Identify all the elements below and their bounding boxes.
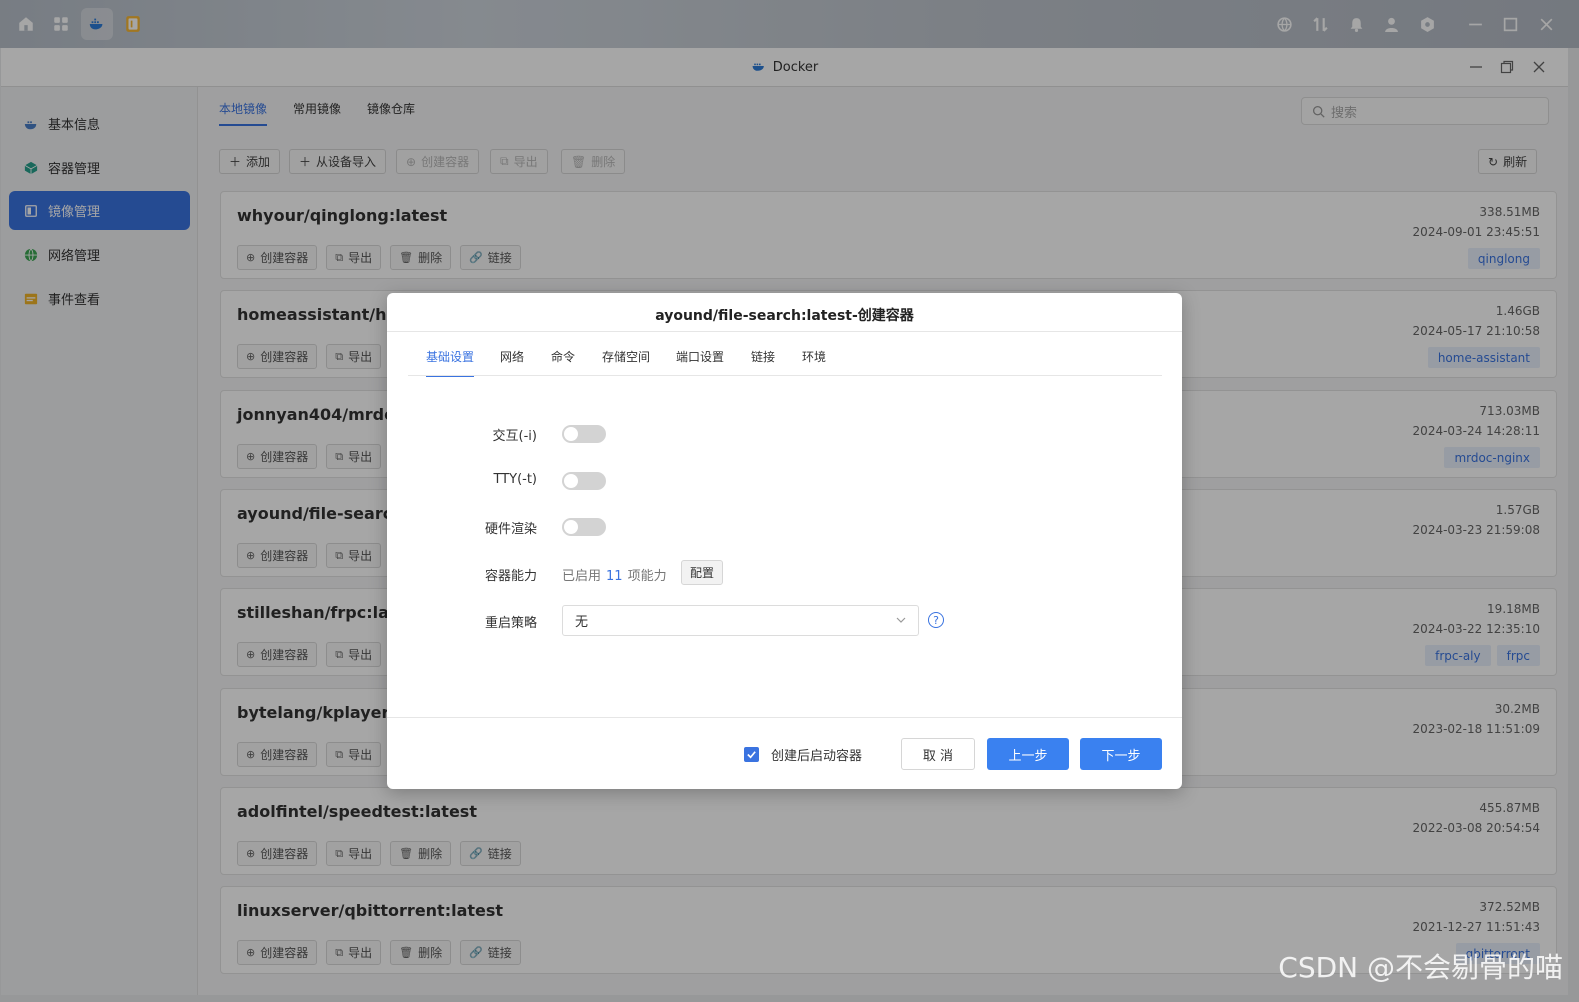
restart-policy-select[interactable]: 无 — [562, 605, 919, 636]
interactive-label: 交互(-i) — [492, 429, 537, 444]
chevron-down-icon — [896, 617, 906, 623]
dialog-tab-ports[interactable]: 端口设置 — [676, 348, 724, 375]
dialog-tab-command[interactable]: 命令 — [551, 348, 575, 375]
toggle-knob — [564, 474, 578, 488]
dialog-tab-basic[interactable]: 基础设置 — [426, 348, 475, 377]
dialog-title: ayound/file-search:latest-创建容器 — [655, 308, 914, 324]
dialog-tab-network[interactable]: 网络 — [500, 348, 524, 375]
hardware-render-label: 硬件渲染 — [484, 522, 537, 537]
checkbox-checked-icon — [744, 747, 759, 762]
cap-count: 11 — [606, 569, 623, 584]
restart-policy-label: 重启策略 — [484, 616, 537, 631]
dialog-footer-divider — [387, 717, 1182, 718]
capabilities-summary: 已启用 11 项能力 — [562, 565, 667, 584]
cap-prefix: 已启用 — [562, 569, 602, 584]
toggle-knob — [564, 427, 578, 441]
help-icon[interactable]: ? — [928, 612, 944, 628]
hardware-render-toggle[interactable] — [562, 518, 606, 536]
next-step-button[interactable]: 下一步 — [1080, 738, 1162, 770]
dialog-divider — [387, 331, 1182, 332]
dialog-tabs-divider — [408, 375, 1162, 376]
capabilities-label: 容器能力 — [484, 569, 537, 584]
restart-policy-value: 无 — [575, 615, 589, 630]
cancel-button[interactable]: 取 消 — [901, 738, 975, 770]
dialog-tab-storage[interactable]: 存储空间 — [602, 348, 650, 375]
dialog-tab-env[interactable]: 环境 — [802, 348, 826, 375]
toggle-knob — [564, 520, 578, 534]
autostart-checkbox[interactable]: 创建后启动容器 — [744, 745, 862, 764]
watermark: CSDN @不会剔骨的喵 — [1278, 951, 1563, 984]
cap-suffix: 项能力 — [627, 569, 667, 584]
tty-label: TTY(-t) — [493, 472, 537, 487]
dialog-tab-links[interactable]: 链接 — [751, 348, 775, 375]
tty-toggle[interactable] — [562, 472, 606, 490]
previous-step-button[interactable]: 上一步 — [987, 738, 1069, 770]
interactive-toggle[interactable] — [562, 425, 606, 443]
autostart-label: 创建后启动容器 — [771, 749, 863, 764]
create-container-dialog: ayound/file-search:latest-创建容器 基础设置 网络 命… — [387, 293, 1182, 789]
configure-capabilities-button[interactable]: 配置 — [681, 560, 724, 585]
